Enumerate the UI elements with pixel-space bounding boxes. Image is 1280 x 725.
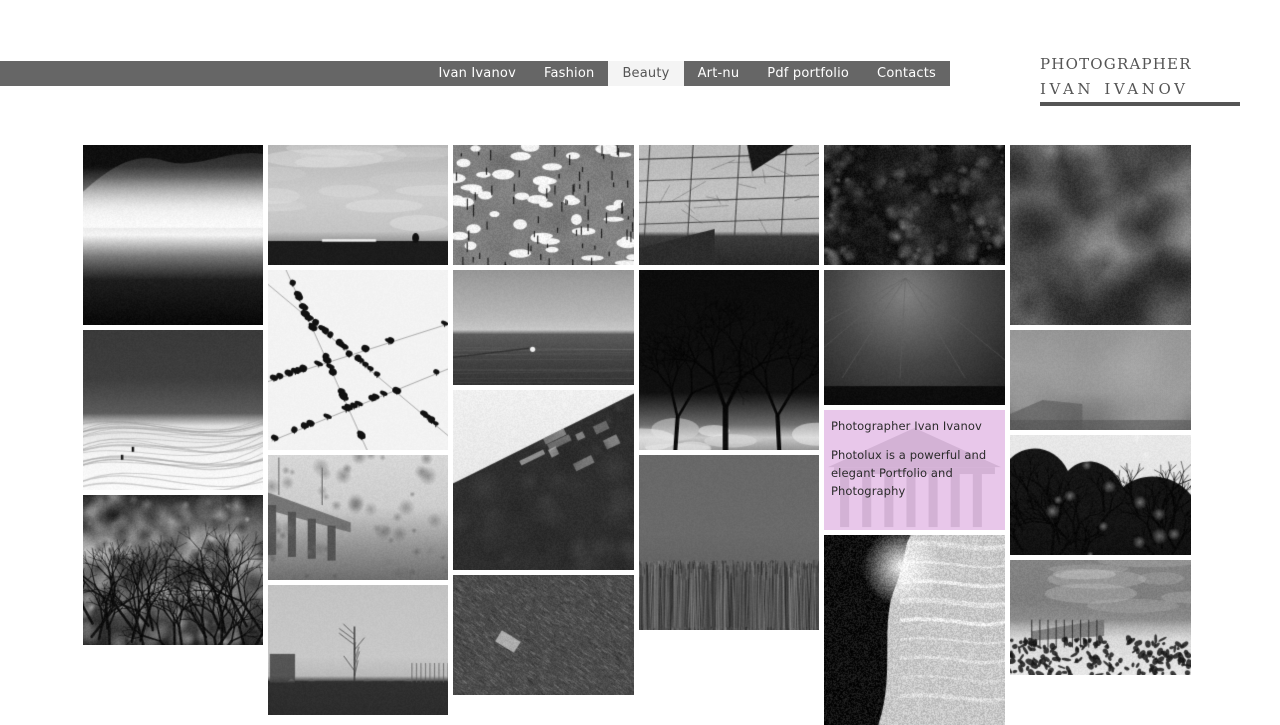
photo-canvas [83,145,263,325]
photo-canvas [268,145,448,265]
nav-label: Contacts [877,66,936,81]
site-logo[interactable]: Photographer Ivan Ivanov [1040,50,1240,106]
gallery-photo-wires-vanishing-point[interactable] [824,270,1005,405]
photo-canvas [268,455,448,580]
site-header: Ivan Ivanov Fashion Beauty Art-nu Pdf po… [0,0,1280,135]
promo-body-text: Photolux is a powerful and elegant Portf… [831,448,987,498]
photo-canvas [453,145,634,265]
gallery-photo-cloudy-field-horizon[interactable] [268,145,448,265]
logo-line-name: Ivan Ivanov [1040,75,1240,106]
photo-gallery-grid: Photographer Ivan Ivanov Photolux is a po… [83,145,1193,725]
gallery-photo-dark-tree-canopy[interactable] [1010,435,1191,555]
photo-canvas [453,390,634,570]
gallery-photo-fog-over-hills[interactable] [1010,330,1191,430]
photo-canvas [1010,435,1191,555]
nav-item-beauty[interactable]: Beauty [608,61,684,86]
photo-canvas [824,535,1005,725]
photo-canvas [268,270,448,450]
gallery-photo-sea-horizon-boat[interactable] [453,270,634,385]
logo-line-photographer: Photographer [1040,50,1192,74]
gallery-photo-misty-mountain-ridge[interactable] [83,145,263,325]
gallery-column-5: Photographer Ivan Ivanov Photolux is a po… [824,145,1005,725]
nav-label: Ivan Ivanov [438,66,516,81]
photo-canvas [1010,330,1191,430]
gallery-photo-snow-field-skiers[interactable] [83,330,263,490]
photo-canvas [639,270,819,450]
nav-item-pdf-portfolio[interactable]: Pdf portfolio [753,61,863,86]
gallery-photo-hillside-cabin[interactable] [453,575,634,695]
nav-label: Fashion [543,66,595,81]
photo-canvas [83,330,263,490]
gallery-photo-concrete-wall-geometry[interactable] [639,145,819,265]
gallery-photo-shoreline-waves[interactable] [824,535,1005,725]
gallery-column-2 [268,145,448,715]
photo-canvas [824,270,1005,405]
nav-label: Pdf portfolio [767,66,850,81]
photo-canvas [639,145,819,265]
photo-canvas [268,585,448,715]
photo-canvas [83,495,263,645]
nav-label: Beauty [622,66,670,81]
gallery-photo-reed-grass-field[interactable] [639,455,819,630]
nav-item-fashion[interactable]: Fashion [530,61,608,86]
photo-canvas [824,145,1005,265]
gallery-photo-beach-umbrellas-aerial[interactable] [453,145,634,265]
gallery-photo-mountain-slope-snow[interactable] [453,390,634,570]
gallery-column-4 [639,145,819,630]
promo-title: Photographer Ivan Ivanov [831,419,982,433]
gallery-photo-blurred-foliage-bokeh[interactable] [824,145,1005,265]
gallery-column-6 [1010,145,1191,675]
promo-card[interactable]: Photographer Ivan Ivanov Photolux is a po… [824,410,1005,530]
gallery-photo-foggy-park-playground[interactable] [268,585,448,715]
nav-item-art-nu[interactable]: Art-nu [684,61,754,86]
photo-canvas [1010,560,1191,675]
photo-canvas [1010,145,1191,325]
photo-canvas [639,455,819,630]
gallery-photo-birds-on-wires[interactable] [268,270,448,450]
gallery-photo-snowy-fence-dune[interactable] [1010,560,1191,675]
photo-canvas [453,575,634,695]
gallery-column-3 [453,145,634,695]
photo-canvas [453,270,634,385]
nav-item-contacts[interactable]: Contacts [863,61,950,86]
gallery-photo-bushland-trees-dark[interactable] [83,495,263,645]
nav-item-ivan-ivanov[interactable]: Ivan Ivanov [425,61,530,86]
gallery-photo-bare-tree-silhouette[interactable] [639,270,819,450]
nav-label: Art-nu [697,66,740,81]
gallery-photo-cloudscape-abstract[interactable] [1010,145,1191,325]
gallery-column-1 [83,145,263,645]
main-navigation: Ivan Ivanov Fashion Beauty Art-nu Pdf po… [0,61,950,86]
gallery-photo-bridge-overpass-scrub[interactable] [268,455,448,580]
